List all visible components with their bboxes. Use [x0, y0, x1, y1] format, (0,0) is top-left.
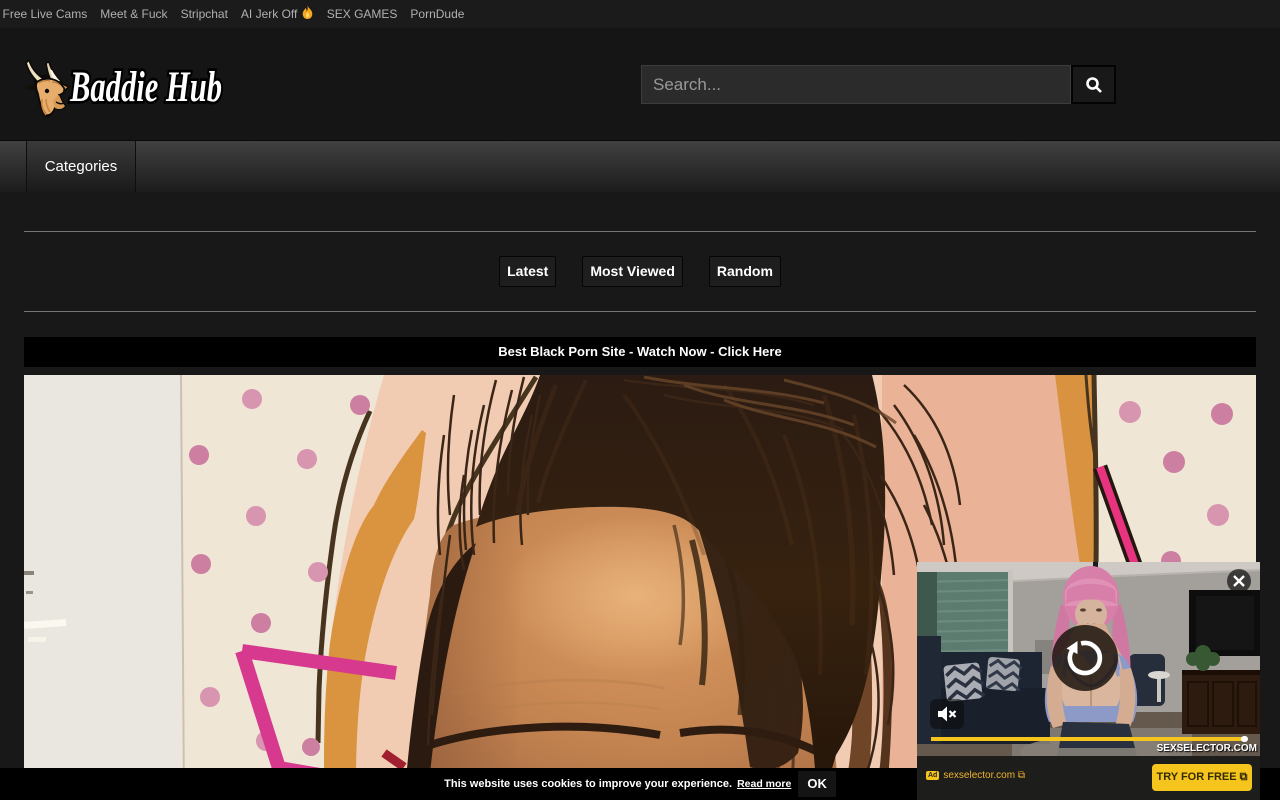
svg-text:Baddie Hub: Baddie Hub — [69, 64, 222, 111]
